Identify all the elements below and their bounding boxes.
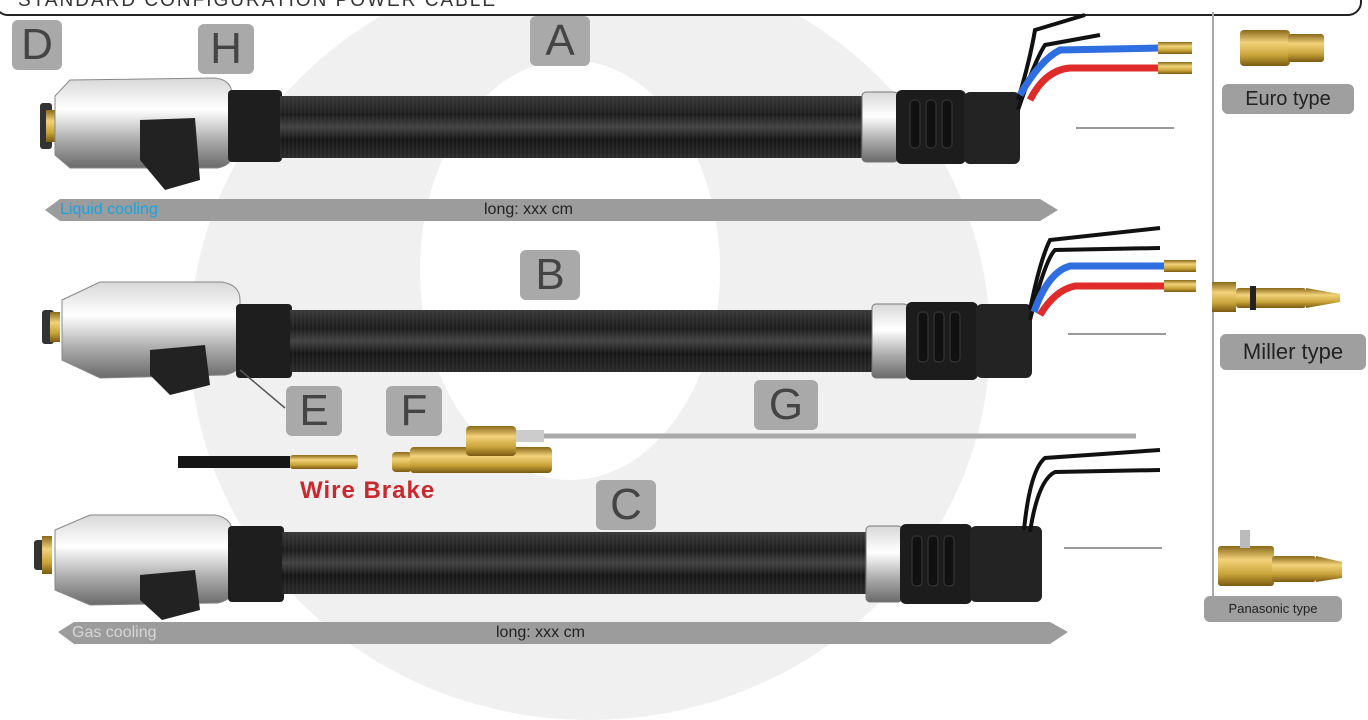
label-a: A	[530, 16, 590, 66]
panasonic-connector-image	[1218, 530, 1342, 586]
wire-brake-label: Wire Brake	[300, 477, 436, 504]
cable-diagram	[34, 13, 1342, 644]
label-g: G	[754, 380, 818, 430]
miller-type-label: Miller type	[1220, 334, 1366, 370]
label-h: H	[198, 24, 254, 74]
length-label-a: long: xxx cm	[484, 201, 573, 218]
label-d: D	[12, 20, 62, 70]
liquid-cooling-label: Liquid cooling	[60, 201, 158, 218]
label-f: F	[386, 386, 442, 436]
cable-c	[34, 448, 1162, 620]
label-b: B	[520, 250, 580, 300]
label-e: E	[286, 386, 342, 436]
miller-connector-image	[1212, 282, 1340, 312]
euro-type-label: Euro type	[1222, 84, 1354, 114]
panasonic-type-label: Panasonic type	[1204, 596, 1342, 622]
length-label-c: long: xxx cm	[496, 624, 585, 641]
label-c: C	[596, 480, 656, 530]
gas-cooling-label: Gas cooling	[72, 624, 157, 641]
cable-b	[42, 226, 1196, 409]
euro-connector-image	[1240, 30, 1324, 66]
